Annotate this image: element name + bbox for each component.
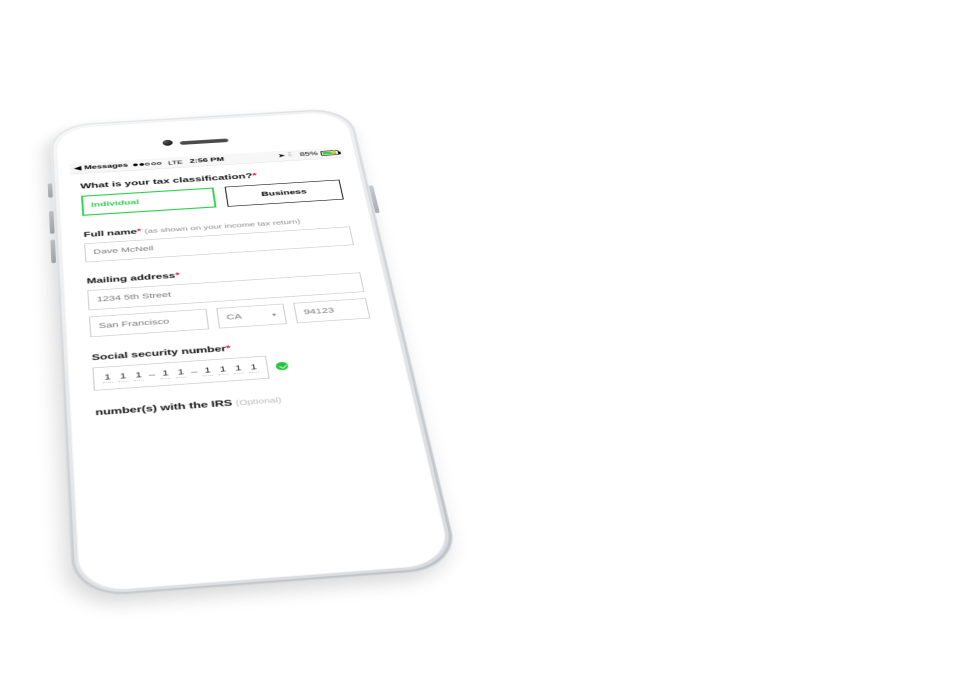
bluetooth-icon: 🗧 [287,150,298,159]
back-chevron-icon[interactable]: ◀ [73,164,81,171]
irs-numbers-label: number(s) with the IRS (Optional) [95,387,388,417]
phone-mockup: ◀ Messages LTE 2:56 PM ➤ 🗧 85% ⚡ [49,108,460,599]
ssn-valid-icon [276,362,290,371]
classification-individual[interactable]: Individual [81,187,217,215]
classification-business[interactable]: Business [225,180,344,207]
chevron-down-icon: ▾ [272,311,277,317]
back-to-app-label[interactable]: Messages [84,162,128,171]
signal-dots-icon [133,162,162,166]
tax-form: What is your tax classification?* Indivi… [70,158,398,418]
ssn-input[interactable]: 1 1 1 – 1 1 – 1 1 1 1 [92,356,270,391]
location-icon: ➤ [277,153,286,159]
battery-percentage: 85% [299,151,318,158]
clock: 2:56 PM [189,157,224,165]
network-label: LTE [168,159,183,165]
state-select[interactable]: CA▾ [216,304,287,329]
zip-input[interactable] [293,298,370,323]
front-camera [162,140,173,146]
ear-speaker [180,138,229,145]
ssn-label: Social security number* [91,334,375,363]
charging-icon: ⚡ [328,150,339,156]
